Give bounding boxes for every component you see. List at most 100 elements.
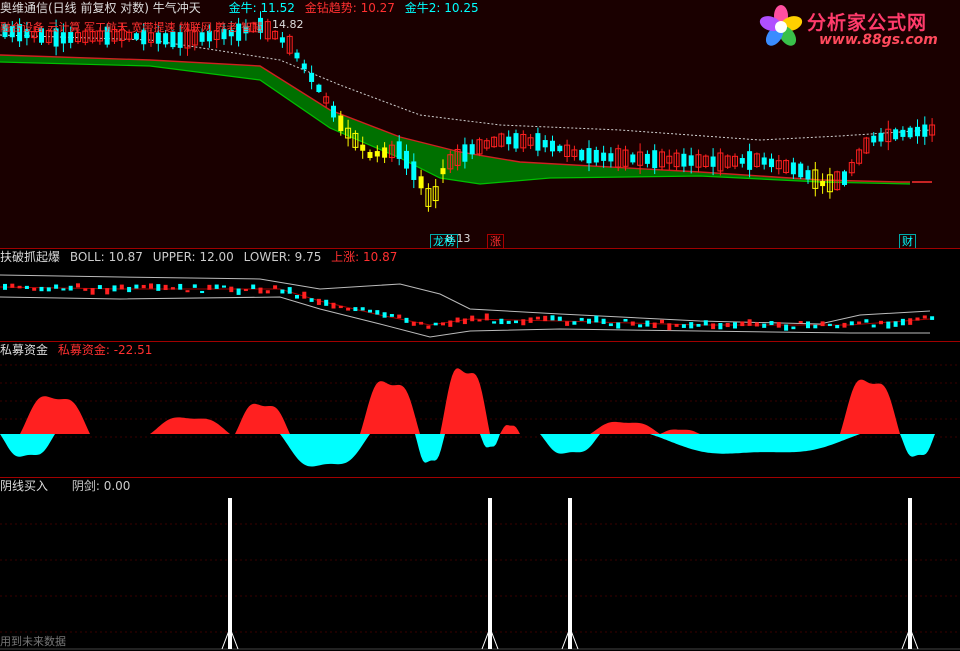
site-logo: 分析家公式网 www.88gs.com — [757, 2, 952, 52]
boll-candle — [820, 321, 825, 327]
boll-candle — [404, 317, 409, 323]
logo-url: www.88gs.com — [819, 32, 938, 48]
signal-tag-zhang[interactable]: 涨 — [487, 234, 504, 248]
boll-candle — [893, 321, 898, 327]
panel-separator-2 — [0, 341, 960, 342]
boll-candle — [572, 321, 577, 325]
boll-candle — [127, 286, 132, 293]
main-header: 奥维通信(日线 前复权 对数) 牛气冲天 金牛: 11.52 金钻趋势: 10.… — [0, 0, 485, 16]
boll-candle — [433, 322, 438, 326]
boll-candle — [864, 319, 869, 323]
main-price-panel[interactable]: 奥维通信(日线 前复权 对数) 牛气冲天 金牛: 11.52 金钻趋势: 10.… — [0, 0, 960, 248]
boll-candle — [331, 302, 336, 309]
boll-candle — [3, 283, 7, 290]
indicator-jinniu2: 金牛2: 10.25 — [404, 1, 479, 15]
candle-body — [396, 141, 402, 159]
candle-body — [360, 144, 366, 151]
fund-area-chart[interactable] — [0, 342, 960, 477]
boll-candle — [156, 284, 161, 291]
boll-candle — [630, 321, 635, 326]
candle-body — [279, 37, 285, 43]
boll-candle — [886, 321, 891, 329]
rise-value: 上涨: 10.87 — [331, 250, 398, 264]
signal-tag-longbang[interactable]: 龙榜 — [430, 234, 458, 248]
boll-candle — [287, 287, 292, 294]
boll-header: 扶破抓起爆 BOLL: 10.87 UPPER: 12.00 LOWER: 9.… — [0, 249, 403, 265]
boll-candle — [879, 320, 883, 325]
boll-candle — [119, 284, 124, 290]
fund-inflow-area — [840, 379, 900, 434]
indicator-jinniu: 金牛: 11.52 — [228, 1, 295, 15]
candle-body — [586, 148, 592, 164]
boll-candle — [76, 283, 80, 288]
boll-upper-line — [0, 274, 931, 325]
candle-body — [382, 147, 388, 158]
fund-header: 私募资金 私募资金: -22.51 — [0, 342, 158, 358]
candle-body — [469, 144, 475, 155]
candle-body — [922, 124, 928, 137]
boll-candle — [543, 315, 548, 322]
buy-signal-spike — [228, 498, 232, 649]
boll-candle — [645, 320, 650, 327]
boll-candle — [338, 305, 343, 309]
boll-candle — [652, 322, 657, 329]
fund-inflow-area — [660, 429, 700, 434]
boll-candle — [740, 321, 745, 327]
candle-body — [542, 140, 548, 148]
yang-signal-panel[interactable]: 阴线买入 阴剑: 0.00 用到未来数据 — [0, 478, 960, 651]
signal-spike-chart[interactable] — [0, 478, 960, 651]
upper-value: UPPER: 12.00 — [152, 250, 234, 264]
boll-candle — [68, 285, 73, 291]
future-data-footnote: 用到未来数据 — [0, 635, 66, 648]
boll-candle — [360, 307, 365, 311]
boll-candle — [280, 289, 285, 294]
boll-candle — [608, 323, 613, 327]
boll-candle — [711, 323, 716, 330]
boll-candle — [857, 321, 862, 325]
boll-candle — [54, 284, 59, 289]
boll-candle — [514, 320, 518, 324]
boll-panel[interactable]: 扶破抓起爆 BOLL: 10.87 UPPER: 12.00 LOWER: 9.… — [0, 249, 960, 341]
candle-body — [644, 153, 650, 164]
boll-candle — [601, 318, 606, 325]
boll-candle — [17, 285, 22, 289]
candle-body — [681, 153, 687, 167]
candle-body — [579, 149, 585, 161]
logo-title: 分析家公式网 — [807, 12, 928, 34]
boll-lower-line — [0, 296, 930, 338]
boll-candle — [470, 315, 475, 322]
candle-body — [440, 168, 446, 175]
candle-body — [652, 150, 658, 169]
boll-candle — [579, 317, 584, 321]
boll-candle — [747, 319, 752, 326]
candle-body — [374, 151, 380, 157]
boll-candle — [696, 323, 701, 327]
fund-panel[interactable]: 私募资金 私募资金: -22.51 — [0, 342, 960, 477]
boll-candle — [849, 321, 854, 326]
fund-outflow-area — [415, 434, 445, 463]
boll-candle — [411, 321, 416, 326]
candle-body — [601, 152, 607, 161]
boll-candle — [900, 318, 905, 326]
boll-candle — [382, 312, 387, 318]
boll-candle — [222, 285, 226, 288]
candle-body — [878, 132, 884, 142]
candle-body — [404, 150, 409, 169]
boll-candle — [462, 318, 467, 325]
signal-tag-cai[interactable]: 财 — [899, 234, 916, 248]
boll-candle — [484, 313, 489, 321]
fund-inflow-area — [440, 368, 490, 434]
boll-candle — [83, 288, 88, 291]
candle-body — [805, 170, 811, 180]
boll-candle — [265, 290, 270, 294]
boll-candle — [550, 315, 555, 321]
main-title: 奥维通信(日线 前复权 对数) 牛气冲天 — [0, 1, 201, 15]
fund-outflow-area — [0, 434, 55, 457]
boll-candle — [806, 321, 810, 329]
boll-candle — [192, 284, 197, 288]
candle-body — [798, 163, 804, 178]
boll-candle — [725, 322, 730, 328]
boll-candle — [302, 291, 307, 299]
boll-candle — [251, 284, 256, 290]
boll-candle — [214, 284, 219, 289]
